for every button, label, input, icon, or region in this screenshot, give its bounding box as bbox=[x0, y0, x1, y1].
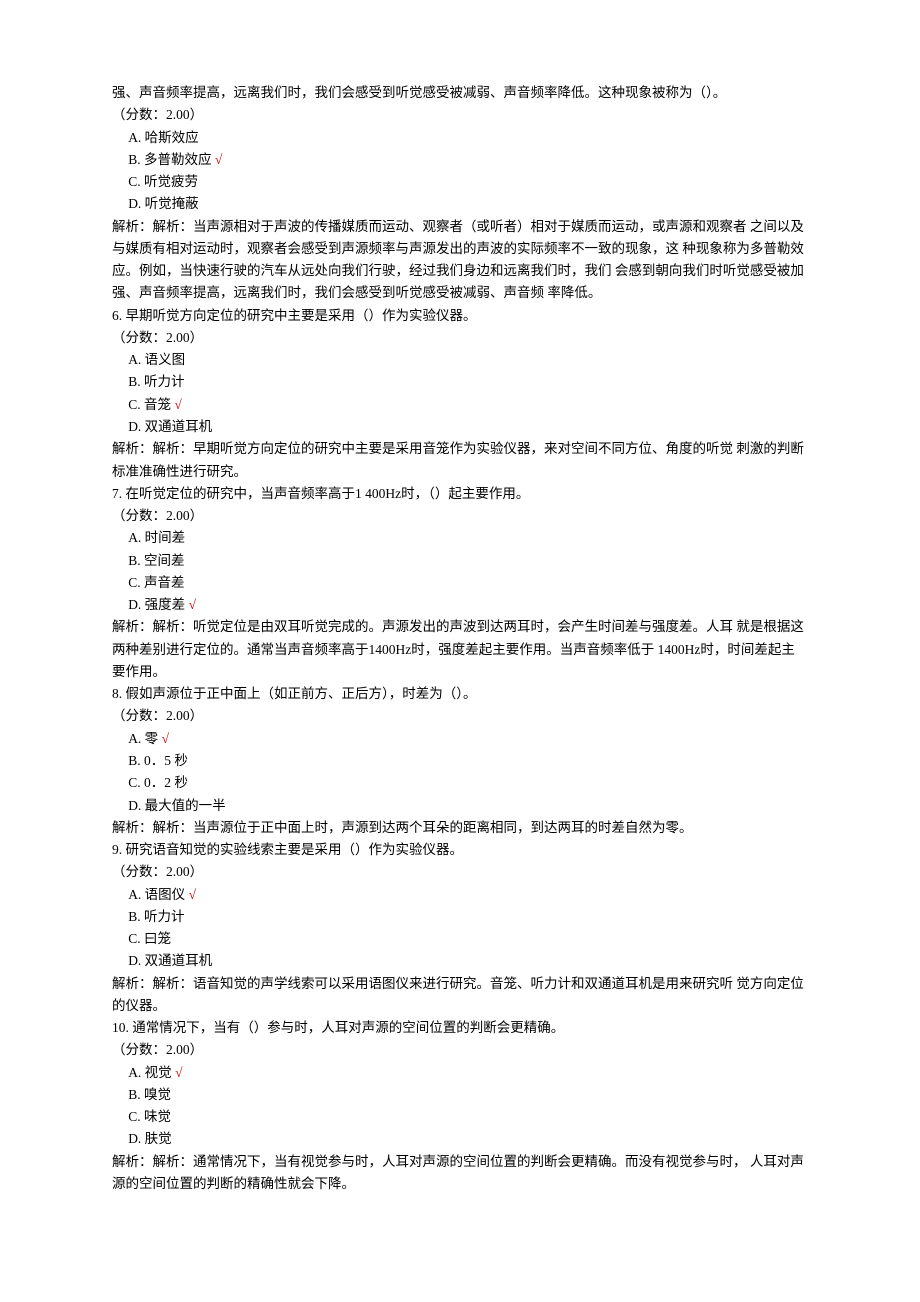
q9-score: （分数：2.00） bbox=[112, 861, 808, 883]
q9-option-c: C. 曰笼 bbox=[112, 928, 808, 950]
q9-analysis: 解析：解析：语音知觉的声学线索可以采用语图仪来进行研究。音笼、听力计和双通道耳机… bbox=[112, 973, 808, 1018]
check-mark-icon: √ bbox=[189, 887, 196, 902]
q10-analysis: 解析：解析：通常情况下，当有视觉参与时，人耳对声源的空间位置的判断会更精确。而没… bbox=[112, 1151, 808, 1196]
q7-score: （分数：2.00） bbox=[112, 505, 808, 527]
check-mark-icon: √ bbox=[189, 597, 196, 612]
q7-option-c: C. 声音差 bbox=[112, 572, 808, 594]
q8-score: （分数：2.00） bbox=[112, 705, 808, 727]
q8-option-c: C. 0．2 秒 bbox=[112, 772, 808, 794]
q6-analysis: 解析：解析：早期听觉方向定位的研究中主要是采用音笼作为实验仪器，来对空间不同方位… bbox=[112, 438, 808, 483]
q9-option-d: D. 双通道耳机 bbox=[112, 950, 808, 972]
q10-option-b: B. 嗅觉 bbox=[112, 1084, 808, 1106]
q6-stem: 6. 早期听觉方向定位的研究中主要是采用（）作为实验仪器。 bbox=[112, 305, 808, 327]
q8-stem: 8. 假如声源位于正中面上（如正前方、正后方），时差为（）。 bbox=[112, 683, 808, 705]
q7-analysis: 解析：解析：听觉定位是由双耳听觉完成的。声源发出的声波到达两耳时，会产生时间差与… bbox=[112, 616, 808, 683]
q6-option-b: B. 听力计 bbox=[112, 371, 808, 393]
q8-option-d: D. 最大值的一半 bbox=[112, 795, 808, 817]
q10-option-a: A. 视觉 √ bbox=[112, 1062, 808, 1084]
q5-analysis: 解析：解析：当声源相对于声波的传播媒质而运动、观察者（或听者）相对于媒质而运动，… bbox=[112, 216, 808, 305]
q6-score: （分数：2.00） bbox=[112, 327, 808, 349]
q8-option-a: A. 零 √ bbox=[112, 728, 808, 750]
q5-stem-cont: 强、声音频率提高，远离我们时，我们会感受到听觉感受被减弱、声音频率降低。这种现象… bbox=[112, 82, 808, 104]
q7-option-d-text: D. 强度差 bbox=[128, 597, 188, 612]
q10-score: （分数：2.00） bbox=[112, 1039, 808, 1061]
q8-option-b: B. 0．5 秒 bbox=[112, 750, 808, 772]
q7-option-b: B. 空间差 bbox=[112, 550, 808, 572]
check-mark-icon: √ bbox=[174, 397, 181, 412]
q5-option-c: C. 听觉疲劳 bbox=[112, 171, 808, 193]
q10-option-d: D. 肤觉 bbox=[112, 1128, 808, 1150]
check-mark-icon: √ bbox=[215, 152, 222, 167]
q10-option-c: C. 味觉 bbox=[112, 1106, 808, 1128]
check-mark-icon: √ bbox=[175, 1065, 182, 1080]
q10-stem: 10. 通常情况下，当有（）参与时，人耳对声源的空间位置的判断会更精确。 bbox=[112, 1017, 808, 1039]
q7-option-d: D. 强度差 √ bbox=[112, 594, 808, 616]
q8-option-a-text: A. 零 bbox=[128, 731, 161, 746]
q5-option-a: A. 哈斯效应 bbox=[112, 127, 808, 149]
q9-option-b: B. 听力计 bbox=[112, 906, 808, 928]
q9-stem: 9. 研究语音知觉的实验线索主要是采用（）作为实验仪器。 bbox=[112, 839, 808, 861]
q8-analysis: 解析：解析：当声源位于正中面上时，声源到达两个耳朵的距离相同，到达两耳的时差自然… bbox=[112, 817, 808, 839]
q7-stem: 7. 在听觉定位的研究中，当声音频率高于1 400Hz时，（）起主要作用。 bbox=[112, 483, 808, 505]
q9-option-a: A. 语图仪 √ bbox=[112, 884, 808, 906]
q5-score: （分数：2.00） bbox=[112, 104, 808, 126]
q6-option-a: A. 语义图 bbox=[112, 349, 808, 371]
q10-option-a-text: A. 视觉 bbox=[128, 1065, 175, 1080]
q5-option-b-text: B. 多普勒效应 bbox=[128, 152, 215, 167]
q5-option-d: D. 听觉掩蔽 bbox=[112, 193, 808, 215]
q5-option-b: B. 多普勒效应 √ bbox=[112, 149, 808, 171]
q6-option-c: C. 音笼 √ bbox=[112, 394, 808, 416]
q9-option-a-text: A. 语图仪 bbox=[128, 887, 188, 902]
q6-option-d: D. 双通道耳机 bbox=[112, 416, 808, 438]
q7-option-a: A. 时间差 bbox=[112, 527, 808, 549]
check-mark-icon: √ bbox=[162, 731, 169, 746]
q6-option-c-text: C. 音笼 bbox=[128, 397, 174, 412]
